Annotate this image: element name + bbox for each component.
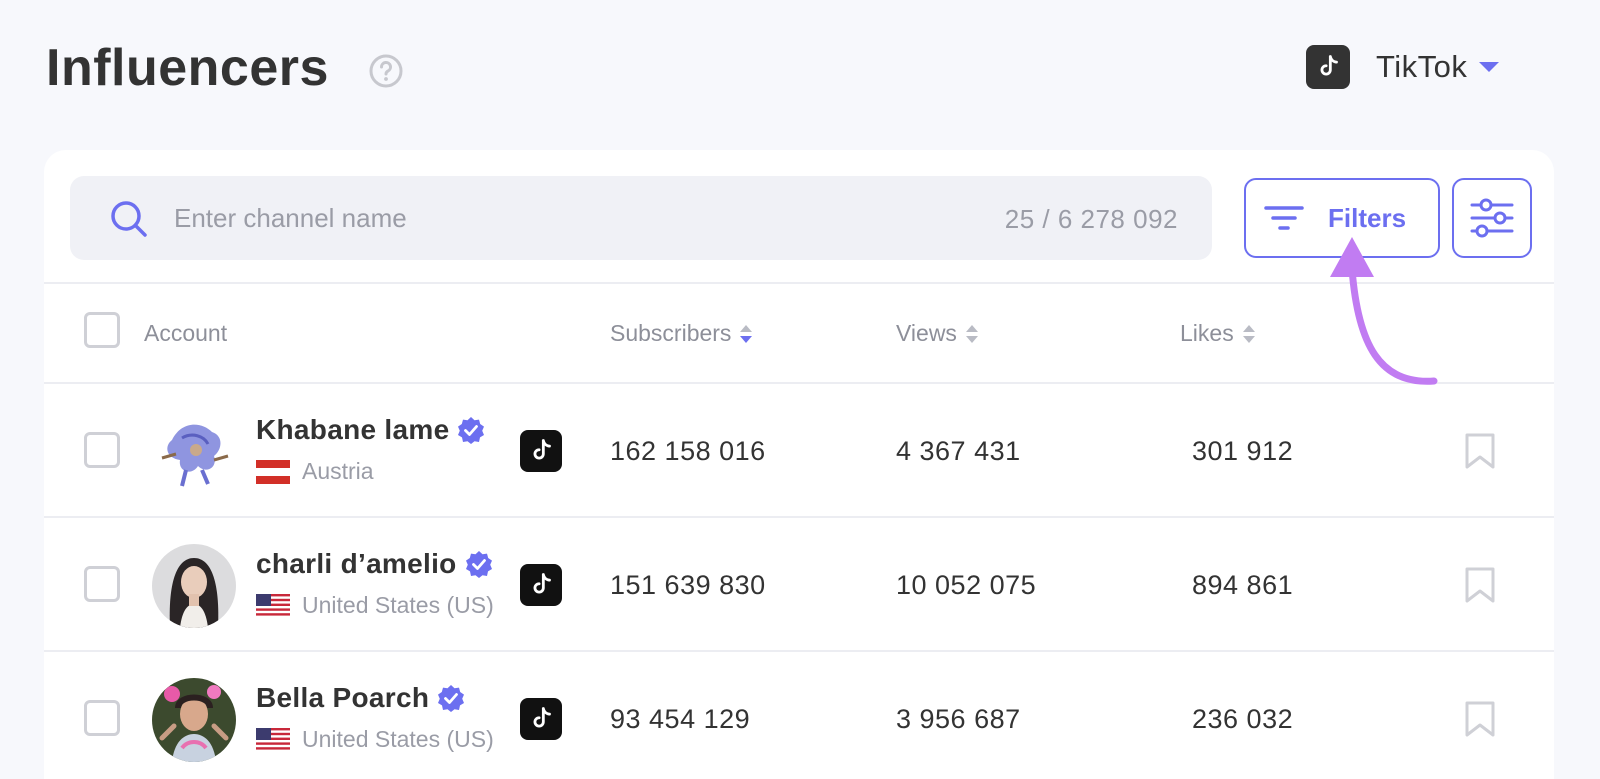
tiktok-icon [1306, 45, 1350, 89]
sort-icon [740, 324, 753, 343]
column-views[interactable]: Views [896, 320, 979, 347]
column-subscribers-label: Subscribers [610, 320, 732, 346]
views-cell: 10 052 075 [896, 570, 1037, 600]
column-likes[interactable]: Likes [1180, 320, 1256, 347]
account-name[interactable]: Bella Poarch [256, 682, 429, 714]
filter-icon [1264, 206, 1304, 230]
platform-select[interactable]: TikTok [1306, 44, 1500, 90]
platform-label: TikTok [1376, 49, 1468, 84]
account-name[interactable]: charli d’amelio [256, 548, 457, 580]
sort-icon [965, 324, 978, 343]
column-views-label: Views [896, 320, 957, 346]
avatar [152, 410, 236, 494]
account-name-line: charli d’amelio [256, 548, 493, 580]
column-account: Account [144, 320, 227, 347]
select-all-checkbox[interactable] [84, 312, 120, 348]
column-settings-button[interactable] [1452, 178, 1532, 258]
results-count: 25 / 6 278 092 [1004, 204, 1178, 234]
verified-icon [465, 551, 492, 578]
austria-flag-icon [256, 459, 290, 484]
help-icon[interactable] [368, 53, 404, 89]
table-row[interactable]: charli d’amelio United States (US) 151 6… [44, 518, 1554, 650]
avatar [152, 544, 236, 628]
bookmark-icon[interactable] [1464, 432, 1496, 470]
chevron-down-icon [1479, 62, 1500, 72]
country-label: United States (US) [302, 592, 494, 618]
row-checkbox[interactable] [84, 700, 120, 736]
account-name-line: Khabane lame [256, 414, 485, 446]
influencers-card: 25 / 6 278 092 Filters Account Subscribe… [44, 150, 1554, 779]
country-label: Austria [302, 458, 374, 484]
subscribers-cell: 151 639 830 [610, 570, 766, 600]
search-input[interactable] [174, 194, 934, 242]
subscribers-cell: 162 158 016 [610, 436, 766, 466]
filters-button[interactable]: Filters [1244, 178, 1440, 258]
account-name-line: Bella Poarch [256, 682, 465, 714]
views-cell: 4 367 431 [896, 436, 1021, 466]
page-title: Influencers [46, 39, 329, 97]
country-line: United States (US) [256, 592, 496, 619]
usa-flag-icon [256, 593, 290, 618]
column-account-label: Account [144, 320, 228, 346]
subscribers-cell: 93 454 129 [610, 704, 751, 734]
filters-label: Filters [1328, 202, 1407, 233]
tiktok-icon [520, 698, 562, 740]
table-row[interactable]: Bella Poarch United States (US) 93 454 1… [44, 652, 1554, 779]
verified-icon [458, 417, 485, 444]
bookmark-icon[interactable] [1464, 700, 1496, 738]
bookmark-icon[interactable] [1464, 566, 1496, 604]
country-line: United States (US) [256, 726, 496, 753]
table-header: Account Subscribers Views Likes [44, 284, 1554, 380]
page-header: Influencers TikTok [46, 36, 1600, 106]
column-subscribers[interactable]: Subscribers [610, 320, 753, 347]
settings-sliders-icon [1470, 198, 1514, 238]
tiktok-icon [520, 564, 562, 606]
table-row[interactable]: Khabane lame Austria 162 158 016 4 367 4… [44, 384, 1554, 516]
row-checkbox[interactable] [84, 432, 120, 468]
likes-cell: 301 912 [1192, 436, 1294, 466]
search-icon [111, 201, 147, 237]
column-likes-label: Likes [1180, 320, 1234, 346]
tiktok-icon [520, 430, 562, 472]
avatar [152, 678, 236, 762]
likes-cell: 894 861 [1192, 570, 1294, 600]
views-cell: 3 956 687 [896, 704, 1021, 734]
row-checkbox[interactable] [84, 566, 120, 602]
country-line: Austria [256, 458, 496, 485]
country-label: United States (US) [302, 726, 494, 752]
usa-flag-icon [256, 727, 290, 752]
account-name[interactable]: Khabane lame [256, 414, 449, 446]
likes-cell: 236 032 [1192, 704, 1294, 734]
verified-icon [438, 685, 465, 712]
search-box[interactable]: 25 / 6 278 092 [70, 176, 1212, 260]
sort-icon [1242, 324, 1255, 343]
